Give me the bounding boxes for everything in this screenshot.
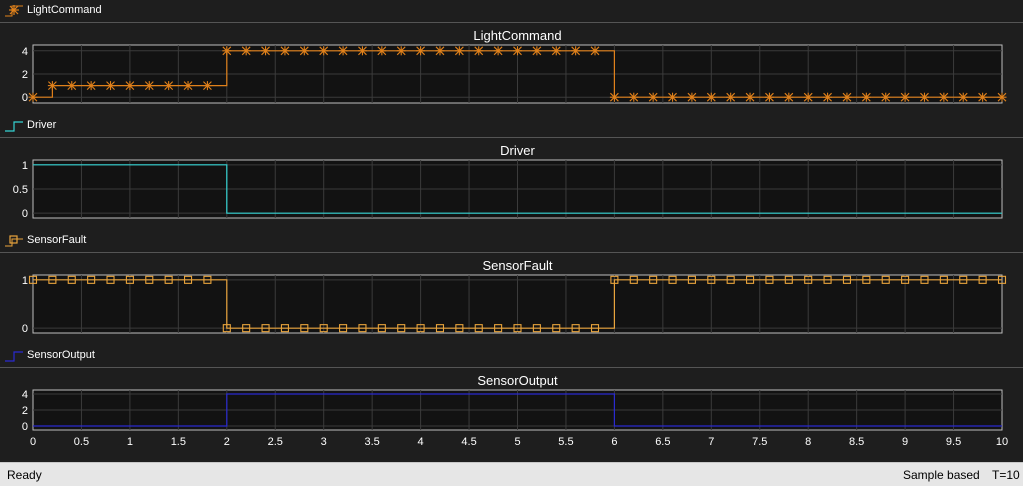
- data-point: [125, 81, 135, 91]
- data-point: [842, 92, 852, 102]
- y-tick-label: 0: [22, 208, 28, 220]
- y-tick-label: 2: [22, 405, 28, 417]
- y-tick-label: 4: [22, 389, 28, 401]
- x-tick-label: 8.5: [849, 436, 864, 448]
- data-point: [629, 92, 639, 102]
- y-tick-label: 0: [22, 92, 28, 104]
- chart-panel-2: 0 1 SensorFault: [22, 258, 1007, 335]
- x-tick-label: 4: [418, 436, 424, 448]
- data-point: [881, 92, 891, 102]
- data-point: [900, 92, 910, 102]
- x-tick-label: 6: [611, 436, 617, 448]
- chart-title: Driver: [500, 143, 535, 158]
- data-point: [764, 92, 774, 102]
- x-tick-label: 2.5: [268, 436, 283, 448]
- data-point: [532, 46, 542, 56]
- data-point: [28, 92, 38, 102]
- data-point: [803, 92, 813, 102]
- chart-title: SensorFault: [482, 258, 552, 273]
- x-tick-label: 10: [996, 436, 1008, 448]
- data-point: [164, 81, 174, 91]
- data-point: [416, 46, 426, 56]
- data-point: [47, 81, 57, 91]
- data-point: [202, 81, 212, 91]
- x-tick-label: 5.5: [558, 436, 573, 448]
- scope-plots[interactable]: 024LightCommand00.51Driver01SensorFault0…: [0, 0, 1023, 462]
- x-tick-label: 5: [514, 436, 520, 448]
- data-point: [280, 46, 290, 56]
- data-point: [958, 92, 968, 102]
- status-time: T=10: [992, 468, 1020, 482]
- data-point: [706, 92, 716, 102]
- data-point: [319, 46, 329, 56]
- data-point: [67, 81, 77, 91]
- x-tick-label: 9: [902, 436, 908, 448]
- x-tick-label: 2: [224, 436, 230, 448]
- data-point: [726, 92, 736, 102]
- y-tick-label: 0.5: [13, 184, 28, 196]
- data-point: [648, 92, 658, 102]
- x-tick-label: 6.5: [655, 436, 670, 448]
- y-tick-label: 0: [22, 323, 28, 335]
- x-tick-label: 0: [30, 436, 36, 448]
- chart-panel-0: 0 2 4 LightCommand: [22, 28, 1007, 104]
- data-point: [338, 46, 348, 56]
- y-tick-label: 0: [22, 421, 28, 433]
- x-tick-label: 1.5: [171, 436, 186, 448]
- data-point: [823, 92, 833, 102]
- x-tick-label: 7: [708, 436, 714, 448]
- data-point: [571, 46, 581, 56]
- data-point: [784, 92, 794, 102]
- x-tick-label: 3.5: [365, 436, 380, 448]
- data-point: [609, 92, 619, 102]
- data-point: [241, 46, 251, 56]
- data-point: [377, 46, 387, 56]
- data-point: [396, 46, 406, 56]
- status-bar: Ready Sample based T=10: [0, 462, 1023, 486]
- data-point: [919, 92, 929, 102]
- data-point: [222, 46, 232, 56]
- data-point: [454, 46, 464, 56]
- data-point: [493, 46, 503, 56]
- chart-panel-1: 0 0.5 1 Driver: [13, 143, 1003, 220]
- x-tick-label: 8: [805, 436, 811, 448]
- data-point: [106, 81, 116, 91]
- chart-panel-3: 0 2 4 SensorOutput 0 0.5 1 1.5 2 2.5 3 3.5 4 4.5 5 5.5 6…: [22, 373, 1008, 448]
- x-tick-label: 7.5: [752, 436, 767, 448]
- chart-title: LightCommand: [473, 28, 561, 43]
- chart-title: SensorOutput: [477, 373, 558, 388]
- data-point: [261, 46, 271, 56]
- data-point: [183, 81, 193, 91]
- data-point: [86, 81, 96, 91]
- status-ready: Ready: [7, 468, 42, 482]
- data-point: [144, 81, 154, 91]
- data-point: [299, 46, 309, 56]
- y-tick-label: 1: [22, 160, 28, 172]
- data-point: [474, 46, 484, 56]
- data-point: [978, 92, 988, 102]
- data-point: [687, 92, 697, 102]
- data-point: [357, 46, 367, 56]
- data-point: [551, 46, 561, 56]
- x-tick-label: 3: [321, 436, 327, 448]
- x-tick-label: 1: [127, 436, 133, 448]
- data-point: [668, 92, 678, 102]
- x-tick-label: 9.5: [946, 436, 961, 448]
- data-point: [513, 46, 522, 56]
- x-tick-label: 4.5: [461, 436, 476, 448]
- data-point: [939, 92, 949, 102]
- status-mode: Sample based: [903, 468, 980, 482]
- data-point: [435, 46, 445, 56]
- y-tick-label: 4: [22, 46, 28, 58]
- data-point: [745, 92, 755, 102]
- y-tick-label: 2: [22, 69, 28, 81]
- data-point: [861, 92, 871, 102]
- data-point: [997, 92, 1007, 102]
- x-tick-label: 0.5: [74, 436, 89, 448]
- data-point: [590, 46, 600, 56]
- y-tick-label: 1: [22, 275, 28, 287]
